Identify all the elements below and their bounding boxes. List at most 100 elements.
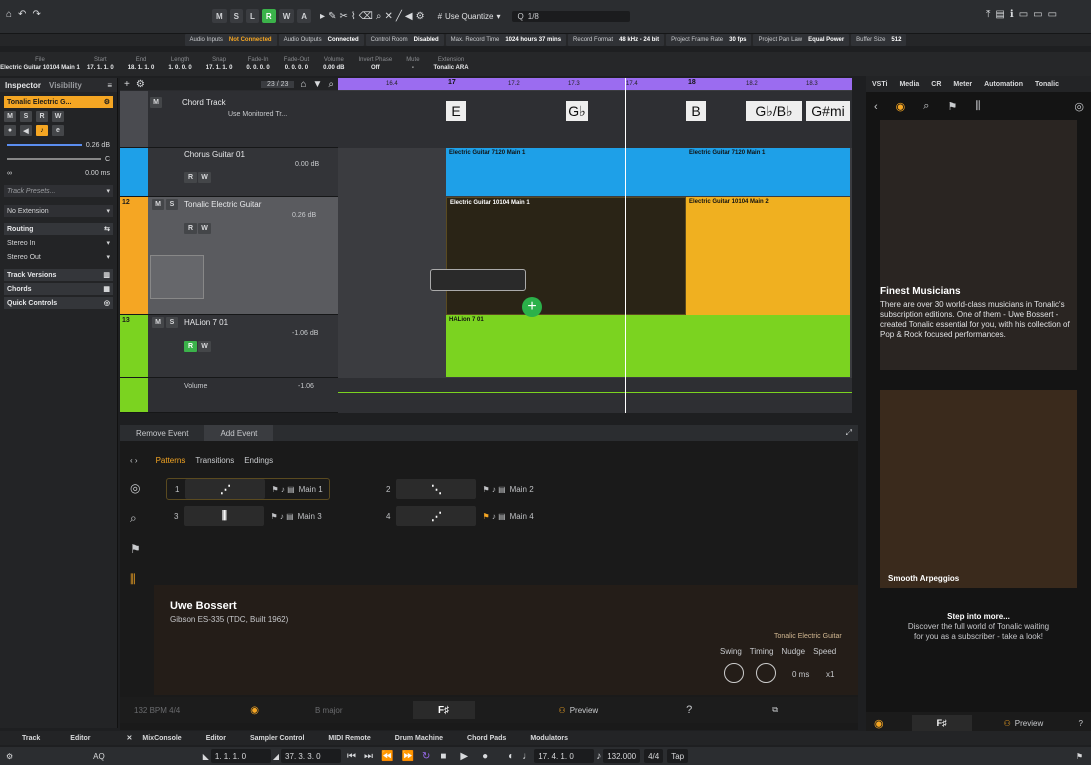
record-icon[interactable]: ●	[4, 125, 16, 136]
tab-cr[interactable]: CR	[925, 81, 947, 88]
go-start-icon[interactable]: ⏮	[347, 751, 356, 762]
remove-event-button[interactable]: Remove Event	[120, 429, 204, 438]
tonalic-solo[interactable]: S	[166, 199, 178, 210]
tab-editor-left[interactable]: Editor	[70, 735, 90, 742]
track-chorus-guitar[interactable]: Chorus Guitar 01 0.00 dB RW	[120, 148, 338, 197]
home-icon[interactable]: ⌂	[6, 9, 12, 20]
chord-event-3[interactable]: B	[686, 101, 706, 121]
position-display[interactable]: 17. 4. 1. 0	[534, 749, 595, 763]
chord-display[interactable]: F♯	[412, 701, 475, 719]
read-button[interactable]: R	[261, 9, 276, 23]
timing-knob[interactable]	[756, 663, 776, 683]
inspector-delay[interactable]: ∞ 0.00 ms	[4, 167, 113, 179]
ruler[interactable]: 16.4 17 17.2 17.3 17.4 18 18.2 18.3	[338, 78, 852, 90]
tempo-display[interactable]: 132.000	[603, 749, 641, 763]
rewind-icon[interactable]: ⏪	[381, 751, 393, 762]
marker-icon[interactable]: ⚑	[1076, 752, 1083, 761]
event-tonalic-main-2[interactable]: Electric Guitar 10104 Main 2	[686, 197, 850, 315]
inspector-write[interactable]: W	[52, 111, 64, 122]
quantize-value-field[interactable]: Q 1/8	[511, 10, 630, 22]
waveform-icon[interactable]: ⫼	[975, 100, 980, 113]
event-halion[interactable]: HALion 7 01	[446, 315, 850, 377]
compass-icon[interactable]: ◉	[874, 717, 884, 730]
tab-patterns[interactable]: Patterns	[156, 456, 186, 465]
layout-bottom-icon[interactable]: ▭	[1033, 9, 1042, 20]
tab-chord-pads[interactable]: Chord Pads	[467, 735, 506, 742]
halion-volume[interactable]: -1.06 dB	[292, 330, 318, 337]
tab-mixconsole[interactable]: MixConsole	[142, 735, 181, 742]
menu-icon[interactable]: ≡	[107, 81, 112, 90]
section-chords[interactable]: Chords ▦	[4, 283, 113, 295]
tab-sampler[interactable]: Sampler Control	[250, 735, 304, 742]
search-icon[interactable]: ⌕	[328, 79, 334, 90]
info-fadein[interactable]: Fade-In 0. 0. 0. 0	[239, 52, 276, 76]
tab-meter[interactable]: Meter	[947, 81, 978, 88]
add-event-button[interactable]: Add Event	[204, 425, 274, 441]
right-locator[interactable]: 37. 3. 3. 0	[281, 749, 342, 763]
inspector-mute[interactable]: M	[4, 111, 16, 122]
track-presets-dropdown[interactable]: Track Presets... ▾	[4, 185, 113, 197]
layout-right-icon[interactable]: ▭	[1048, 9, 1057, 20]
filter-icon[interactable]: ▼	[312, 79, 322, 90]
pattern-2[interactable]: 2 ⋱ ⚑ ♪ ▤ Main 2	[386, 478, 534, 500]
right-help-button[interactable]: ?	[1079, 719, 1083, 728]
tonalic-read[interactable]: R	[184, 223, 197, 234]
chord-event-5[interactable]: G#mi	[806, 101, 850, 121]
pattern-1[interactable]: 1 ⋰ ⚑ ♪ ▤ Main 1	[166, 478, 330, 500]
sync-icon[interactable]: ◉	[250, 705, 259, 716]
tab-drum-machine[interactable]: Drum Machine	[395, 735, 443, 742]
mute-tool-icon[interactable]: ✕	[384, 11, 392, 22]
section-routing[interactable]: Routing ⇆	[4, 223, 113, 235]
track-chord-mute[interactable]: M	[150, 97, 162, 108]
visibility-icon[interactable]: ⌂	[300, 79, 306, 90]
tab-visibility[interactable]: Visibility	[49, 81, 82, 90]
halion-mute[interactable]: M	[152, 317, 164, 328]
chord-event-1[interactable]: E	[446, 101, 466, 121]
routing-input[interactable]: Stereo In ▾	[4, 237, 113, 249]
section-quick-controls[interactable]: Quick Controls ◎	[4, 297, 113, 309]
tab-editor[interactable]: Editor	[206, 735, 226, 742]
metronome-icon[interactable]: ♩	[522, 751, 532, 762]
quantize-selector[interactable]: # Use Quantize ▾	[438, 12, 501, 21]
media-icon[interactable]: ▤	[995, 9, 1004, 20]
automation-value[interactable]: -1.06	[298, 383, 314, 390]
compass-icon[interactable]: ◎	[130, 481, 141, 495]
mute-button[interactable]: M	[212, 9, 227, 23]
tab-automation[interactable]: Automation	[978, 81, 1029, 88]
nudge-value[interactable]: 0 ms	[792, 670, 809, 679]
go-end-icon[interactable]: ⏭	[364, 751, 373, 762]
halion-solo[interactable]: S	[166, 317, 178, 328]
tab-endings[interactable]: Endings	[244, 456, 273, 465]
nav-arrows-icon[interactable]: ‹ ›	[130, 456, 138, 465]
inspector-pan[interactable]: C	[4, 153, 113, 165]
glue-icon[interactable]: ⌇	[351, 11, 356, 22]
export-icon[interactable]: ⤒	[986, 9, 990, 20]
erase-icon[interactable]: ⌫	[359, 11, 373, 22]
swing-knob[interactable]	[724, 663, 744, 683]
tab-transitions[interactable]: Transitions	[195, 456, 234, 465]
tab-modulators[interactable]: Modulators	[530, 735, 568, 742]
track-automation[interactable]: Volume -1.06	[120, 378, 338, 413]
info-start[interactable]: Start 17. 1. 1. 0	[80, 52, 121, 76]
inspector-read[interactable]: R	[36, 111, 48, 122]
pattern-4[interactable]: 4 ⋰ ⚑ ♪ ▤ Main 4	[386, 505, 534, 527]
info-snap[interactable]: Snap 17. 1. 1. 0	[199, 52, 240, 76]
halion-read[interactable]: R	[184, 341, 197, 352]
tap-button[interactable]: Tap	[667, 749, 689, 763]
forward-icon[interactable]: ⏩	[402, 751, 414, 762]
pencil-icon[interactable]: ✎	[328, 11, 336, 22]
routing-output[interactable]: Stereo Out ▾	[4, 251, 113, 263]
inspector-track-name[interactable]: Tonalic Electric G... ⚙	[4, 96, 113, 108]
signature-display[interactable]: 4/4	[644, 749, 664, 763]
tonalic-mute[interactable]: M	[152, 199, 164, 210]
playhead[interactable]	[625, 78, 626, 413]
aq-button[interactable]: AQ	[93, 752, 105, 761]
search-icon[interactable]: ⌕	[923, 100, 929, 113]
pattern-3[interactable]: 3 ⫼ ⚑ ♪ ▤ Main 3	[174, 505, 322, 527]
compass-icon[interactable]: ◉	[896, 100, 906, 113]
play-icon[interactable]: ▶	[460, 751, 468, 762]
close-icon[interactable]: ✕	[127, 734, 133, 742]
event-chorus-2[interactable]: Electric Guitar 7120 Main 1	[686, 148, 850, 196]
event-tonalic-main-1[interactable]: Electric Guitar 10104 Main 1	[446, 197, 686, 315]
expand-icon[interactable]: ⤢	[846, 428, 852, 438]
